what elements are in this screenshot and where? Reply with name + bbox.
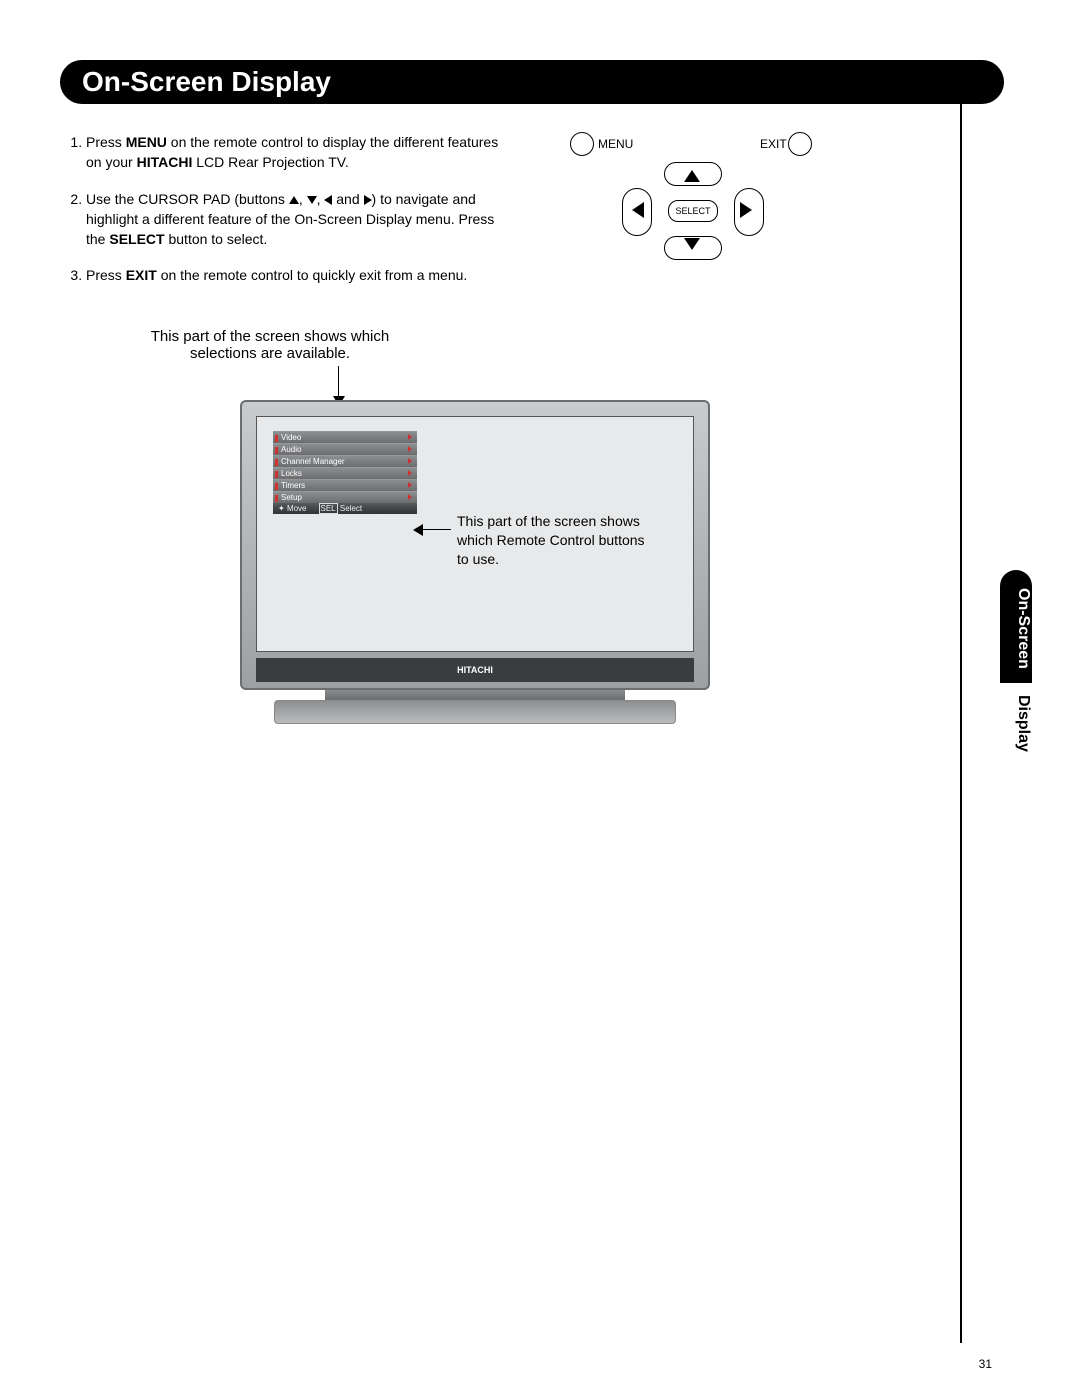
- osd-item: Setup: [273, 491, 417, 503]
- osd-item: Channel Manager: [273, 455, 417, 467]
- left-arrow-icon: [632, 202, 644, 218]
- osd-item: Video: [273, 431, 417, 443]
- chevron-right-icon: [408, 494, 412, 500]
- side-tab: On-Screen Display: [1000, 570, 1032, 790]
- osd-item: Locks: [273, 467, 417, 479]
- tv-brand-label: HITACHI: [256, 658, 694, 682]
- chevron-right-icon: [408, 482, 412, 488]
- page-number: 31: [979, 1357, 992, 1371]
- callout-arrow-left: [421, 529, 451, 530]
- chevron-right-icon: [408, 458, 412, 464]
- osd-item: Audio: [273, 443, 417, 455]
- osd-menu: VideoAudioChannel ManagerLocksTimersSetu…: [273, 431, 417, 514]
- down-arrow-icon: [307, 196, 317, 204]
- page-header: On-Screen Display: [60, 60, 1004, 104]
- select-button: SELECT: [668, 200, 718, 222]
- remote-diagram: MENU EXIT SELECT: [570, 132, 810, 282]
- tv-illustration: VideoAudioChannel ManagerLocksTimersSetu…: [240, 400, 710, 724]
- right-arrow-icon: [740, 202, 752, 218]
- instructions: Press MENU on the remote control to disp…: [60, 132, 500, 302]
- margin-rule: [960, 63, 962, 1343]
- instruction-1: Press MENU on the remote control to disp…: [86, 132, 500, 173]
- instruction-2: Use the CURSOR PAD (buttons , , and ) to…: [86, 189, 500, 250]
- callout-arrow-down: [338, 366, 339, 398]
- exit-button-icon: [788, 132, 812, 156]
- chevron-right-icon: [408, 446, 412, 452]
- caption-remote-buttons: This part of the screen shows which Remo…: [457, 512, 657, 569]
- down-arrow-icon: [684, 238, 700, 250]
- up-arrow-icon: [289, 196, 299, 204]
- menu-button-icon: [570, 132, 594, 156]
- caption-selections: This part of the screen shows which sele…: [120, 328, 420, 362]
- osd-help-bar: ✦ Move SEL Select: [273, 503, 417, 514]
- menu-label: MENU: [598, 137, 633, 151]
- chevron-right-icon: [408, 470, 412, 476]
- exit-label: EXIT: [760, 137, 787, 151]
- up-arrow-icon: [684, 170, 700, 182]
- chevron-right-icon: [408, 434, 412, 440]
- instruction-3: Press EXIT on the remote control to quic…: [86, 265, 500, 285]
- osd-item: Timers: [273, 479, 417, 491]
- right-arrow-icon: [364, 195, 372, 205]
